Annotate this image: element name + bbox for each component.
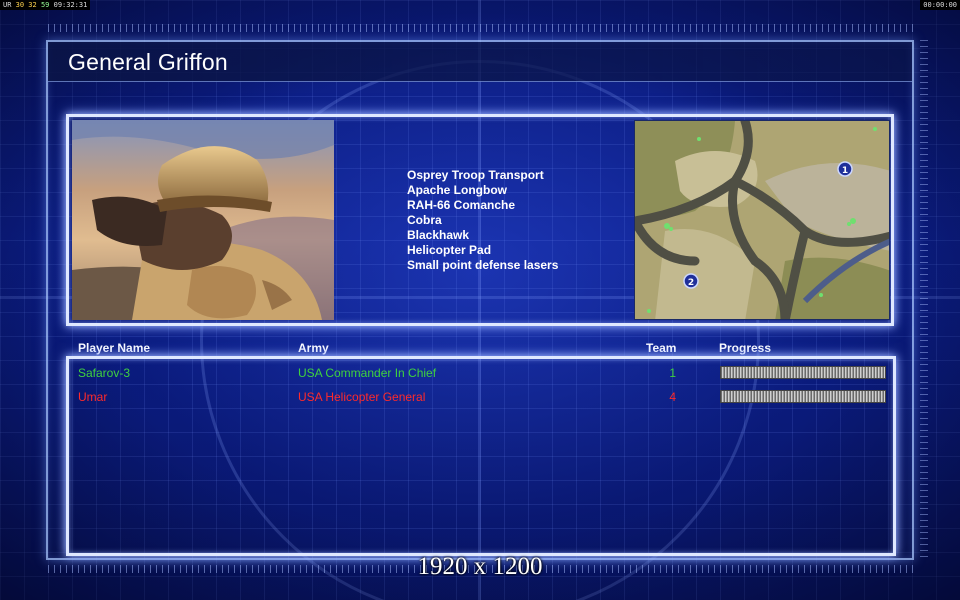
unit-item: Small point defense lasers xyxy=(407,258,559,272)
hud-clock: 09:32:31 xyxy=(53,1,88,9)
unit-item: RAH-66 Comanche xyxy=(407,198,516,212)
unit-item: Helicopter Pad xyxy=(407,243,492,257)
unit-item: Cobra xyxy=(407,213,442,227)
minimap-marker: 2 xyxy=(688,278,694,288)
hud-stats: UR 30 32 59 09:32:31 xyxy=(0,0,91,10)
player-list-panel xyxy=(66,356,896,556)
player-progress-bar xyxy=(720,366,886,379)
player-row: Safarov-3 USA Commander In Chief 1 xyxy=(0,365,960,383)
ruler-top xyxy=(48,24,914,32)
hud-prefix: UR xyxy=(3,1,12,9)
ruler-right xyxy=(920,40,928,560)
loading-screen: UR 30 32 59 09:32:31 00:00:00 General Gr… xyxy=(0,0,960,600)
unit-item: Osprey Troop Transport xyxy=(407,168,544,182)
player-team: 1 xyxy=(669,366,676,380)
hud-timer: 00:00:00 xyxy=(920,0,960,10)
resolution-label: 1920 x 1200 xyxy=(417,553,543,580)
player-army: USA Helicopter General xyxy=(298,390,426,404)
general-title: General Griffon xyxy=(68,49,228,75)
column-header-army: Army xyxy=(298,341,329,355)
player-row: Umar USA Helicopter General 4 xyxy=(0,389,960,407)
column-header-team: Team xyxy=(646,341,677,355)
player-team: 4 xyxy=(669,390,676,404)
column-header-progress: Progress xyxy=(719,341,772,355)
minimap: 1 2 xyxy=(634,120,890,320)
player-name: Safarov-3 xyxy=(78,366,131,380)
soldier-portrait-image xyxy=(72,120,334,320)
player-army: USA Commander In Chief xyxy=(298,366,437,380)
minimap-marker: 1 xyxy=(842,166,848,176)
unit-list: Osprey Troop Transport Apache Longbow RA… xyxy=(407,168,558,273)
unit-item: Apache Longbow xyxy=(407,183,507,197)
unit-item: Blackhawk xyxy=(407,228,470,242)
minimap-terrain: 1 2 xyxy=(635,121,889,319)
player-progress-bar xyxy=(720,390,886,403)
hud-values: 30 32 xyxy=(15,1,37,9)
hud-sub: 59 xyxy=(40,1,50,9)
column-header-player: Player Name xyxy=(78,341,151,355)
player-name: Umar xyxy=(78,390,108,404)
general-portrait xyxy=(72,120,334,320)
